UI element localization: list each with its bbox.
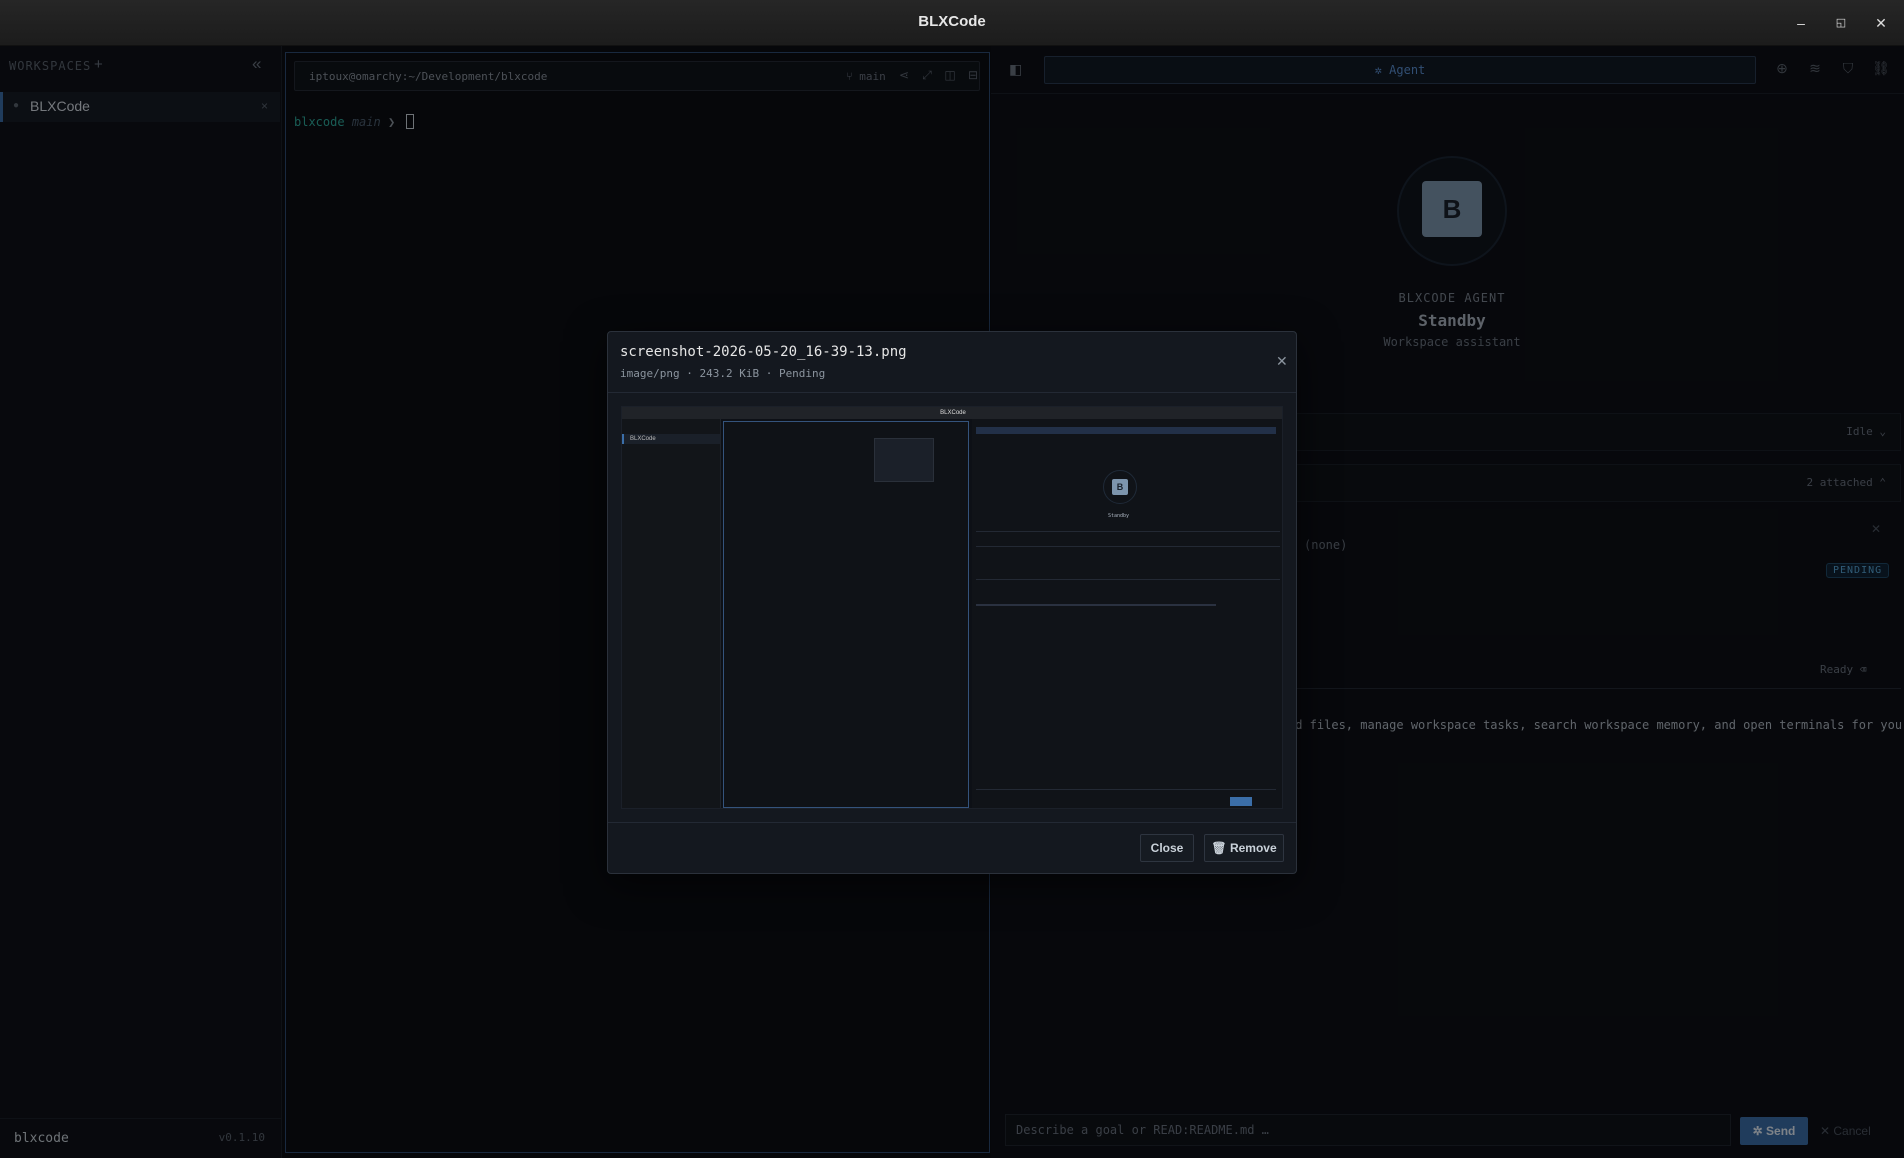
preview-status: Standby	[1108, 513, 1130, 519]
preview-popup-menu	[874, 438, 934, 482]
preview-terminal	[723, 421, 969, 808]
preview-divider-4	[976, 789, 1276, 790]
window-title: BLXCode	[918, 13, 986, 30]
minimize-icon[interactable]: –	[1789, 11, 1813, 35]
modal-divider-top	[608, 392, 1296, 393]
preview-title-bar: BLXCode	[622, 407, 1282, 419]
preview-divider-2	[976, 546, 1280, 547]
preview-send-button	[1230, 797, 1252, 806]
remove-label: Remove	[1229, 841, 1277, 855]
attachment-preview-dialog: screenshot-2026-05-20_16-39-13.png image…	[607, 331, 1297, 874]
attachment-filename: screenshot-2026-05-20_16-39-13.png	[620, 344, 907, 360]
preview-divider-1	[976, 531, 1280, 532]
attachment-image-preview: BLXCode BLXCode B Standby	[621, 406, 1283, 809]
modal-divider-bottom	[608, 822, 1296, 823]
preview-sidebar: BLXCode	[622, 419, 721, 808]
close-button[interactable]: Close	[1140, 834, 1194, 862]
preview-avatar: B	[1112, 479, 1128, 495]
preview-sidebar-item: BLXCode	[622, 434, 720, 444]
close-icon[interactable]: ✕	[1869, 11, 1893, 35]
title-bar: BLXCode – ◱ ✕	[0, 0, 1904, 46]
preview-message-line	[976, 604, 1216, 606]
trash-icon: 🗑	[1211, 841, 1230, 855]
preview-agent-pane: B Standby	[972, 419, 1282, 808]
preview-divider-3	[976, 579, 1280, 580]
maximize-icon[interactable]: ◱	[1829, 11, 1853, 35]
remove-button[interactable]: 🗑 Remove	[1204, 834, 1284, 862]
preview-agent-tab	[976, 427, 1276, 434]
close-icon[interactable]: ✕	[1276, 353, 1288, 370]
attachment-meta: image/png · 243.2 KiB · Pending	[620, 367, 826, 380]
